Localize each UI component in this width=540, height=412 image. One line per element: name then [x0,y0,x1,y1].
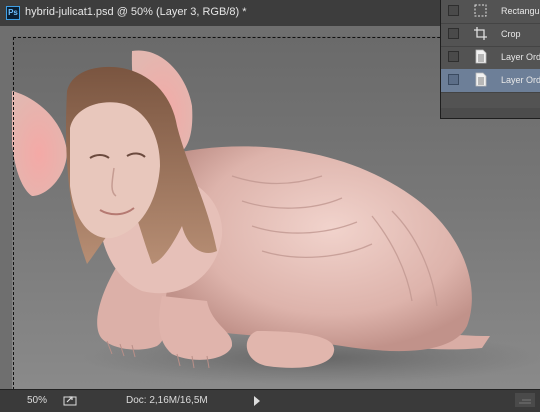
history-snapshot-checkbox[interactable] [448,28,459,39]
history-panel-footer [441,108,540,118]
history-panel[interactable]: Rectangu Crop Layer Ord Layer Ord [440,0,540,119]
rect-marquee-icon [474,4,487,17]
history-item-label: Layer Ord [501,52,540,62]
history-item-label: Rectangu [501,6,540,16]
history-snapshot-checkbox[interactable] [448,5,459,16]
crop-icon [474,27,487,40]
zoom-level[interactable]: 50% [27,395,47,406]
share-icon[interactable] [63,394,77,406]
scrollbar-grip-icon[interactable] [515,393,535,407]
document-title: hybrid-julicat1.psd @ 50% (Layer 3, RGB/… [25,6,247,18]
document-icon [475,72,487,87]
history-snapshot-checkbox[interactable] [448,51,459,62]
history-item-layer-order-selected[interactable]: Layer Ord [441,69,540,93]
status-menu-arrow-icon[interactable] [254,396,260,406]
history-item-label: Crop [501,29,521,39]
document-icon [475,49,487,64]
status-bar: 50% Doc: 2,16M/16,5M [0,389,540,412]
history-item-rectangular-marquee[interactable]: Rectangu [441,0,540,24]
history-item-layer-order[interactable]: Layer Ord [441,46,540,70]
document-size: Doc: 2,16M/16,5M [126,395,208,406]
photoshop-app-icon: Ps [6,6,20,20]
history-item-label: Layer Ord [501,75,540,85]
history-snapshot-checkbox[interactable] [448,74,459,85]
history-item-crop[interactable]: Crop [441,23,540,47]
